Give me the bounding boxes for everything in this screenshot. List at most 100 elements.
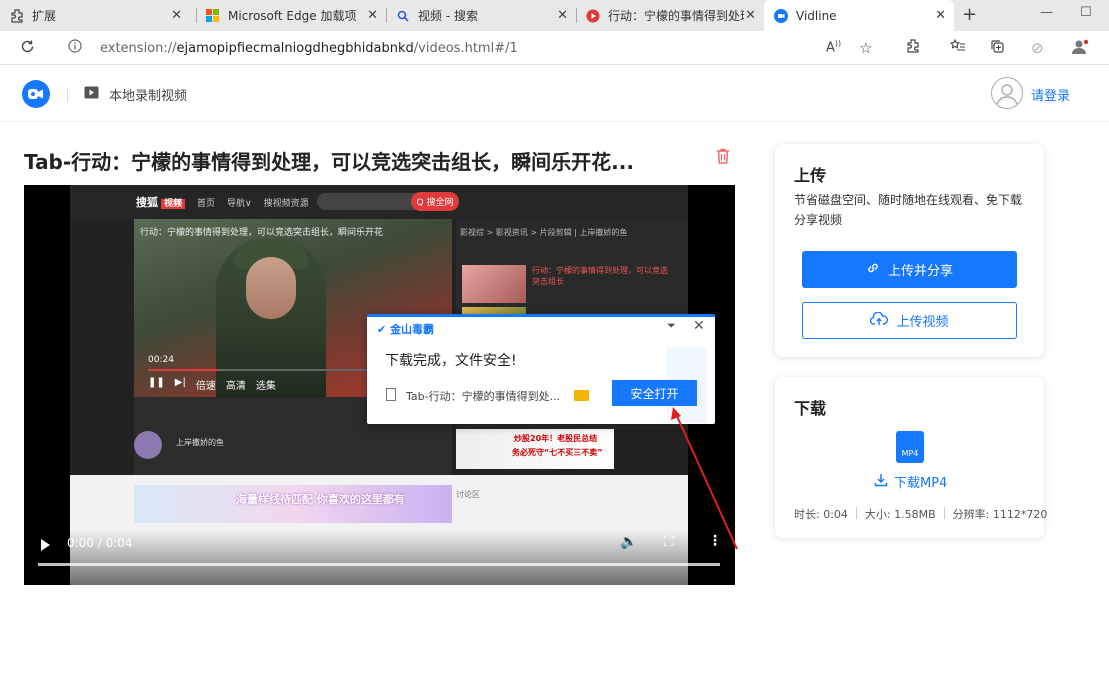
more-options-icon[interactable]: ⋮ bbox=[708, 533, 722, 549]
soldier-face bbox=[246, 257, 296, 319]
puzzle-icon bbox=[10, 8, 24, 23]
player-progress-bar[interactable] bbox=[38, 563, 720, 566]
play-button[interactable] bbox=[41, 539, 50, 551]
player-time: 0:00 / 0:04 bbox=[67, 536, 133, 550]
popup-menu-icon[interactable]: ⏷ bbox=[667, 319, 676, 333]
nav-local-videos[interactable]: 本地录制视频 bbox=[84, 85, 187, 104]
tab-vidline[interactable]: Vidline ✕ bbox=[764, 0, 954, 31]
login-link[interactable]: 请登录 bbox=[1031, 85, 1070, 104]
collections-icon[interactable] bbox=[990, 39, 1005, 58]
pause-icon: ❚❚ bbox=[148, 377, 165, 388]
video-title: Tab-行动：宁檬的事情得到处理，可以竞选突击组长，瞬间乐开花... bbox=[24, 150, 634, 174]
recorded-player-time: 00:24 bbox=[148, 355, 174, 365]
microsoft-logo-icon bbox=[206, 8, 220, 23]
frame-caption: 行动：宁檬的事情得到处理，可以竞选突击组长，瞬间乐开花 bbox=[140, 228, 384, 238]
recorded-breadcrumb: 影视综 > 影视资讯 > 片段剪辑 | 上岸撒娇的鱼 bbox=[460, 228, 628, 237]
tab-extensions[interactable]: 扩展 ✕ bbox=[0, 0, 190, 31]
tab-title: 扩展 bbox=[32, 9, 57, 23]
close-tab-icon[interactable]: ✕ bbox=[171, 8, 182, 23]
nav-label: 本地录制视频 bbox=[109, 89, 188, 104]
copilot-icon[interactable]: ⊘ bbox=[1031, 39, 1044, 57]
close-tab-icon[interactable]: ✕ bbox=[935, 8, 946, 23]
recorded-control-row: ❚❚ ▶| 倍速 高清 选集 bbox=[148, 377, 276, 392]
minimize-button[interactable]: — bbox=[1040, 5, 1053, 20]
uploader-avatar bbox=[134, 431, 162, 459]
maximize-button[interactable]: ☐ bbox=[1080, 5, 1092, 20]
download-mp4-label: 下载MP4 bbox=[894, 476, 948, 491]
tab-video-search[interactable]: 视频 - 搜索 ✕ bbox=[386, 0, 576, 31]
read-aloud-icon[interactable]: A)) bbox=[826, 39, 841, 55]
tab-sohu-video[interactable]: 行动：宁檬的事情得到处理 ✕ bbox=[576, 0, 764, 31]
recorded-banner: 海量样线待匹配 你喜欢的这里都有 bbox=[134, 485, 452, 523]
vidline-logo-icon bbox=[774, 8, 788, 23]
popup-brand: ✔ 金山毒霸 bbox=[377, 323, 435, 336]
upload-and-share-label: 上传并分享 bbox=[887, 264, 953, 279]
close-tab-icon[interactable]: ✕ bbox=[745, 8, 756, 23]
video-folder-icon bbox=[84, 86, 99, 103]
url-path: /videos.html#/1 bbox=[413, 41, 518, 56]
header-divider bbox=[67, 88, 68, 102]
player-controls: 0:00 / 0:04 🔈 ⛶ ⋮ bbox=[24, 530, 735, 585]
extensions-icon[interactable] bbox=[906, 39, 920, 57]
tab-title: 行动：宁檬的事情得到处理 bbox=[608, 9, 744, 23]
download-card-title: 下载 bbox=[794, 399, 827, 418]
cloud-upload-icon bbox=[870, 311, 889, 330]
address-bar: extension://ejamopipfiecmalniogdhegbhida… bbox=[0, 31, 1109, 65]
app-header: 本地录制视频 请登录 bbox=[0, 66, 1109, 122]
tab-edge-addons[interactable]: Microsoft Edge 加载项 - 影 ✕ bbox=[196, 0, 386, 31]
refresh-icon[interactable] bbox=[20, 39, 35, 58]
upload-and-share-button[interactable]: 上传并分享 bbox=[802, 251, 1017, 288]
trash-icon[interactable] bbox=[714, 147, 732, 169]
download-mp4-link[interactable]: 下载MP4 bbox=[874, 472, 947, 491]
recorded-search-button: Q 搜全网 bbox=[411, 192, 459, 211]
recorded-comment-label: 讨论区 bbox=[456, 490, 480, 499]
new-tab-button[interactable]: + bbox=[962, 4, 977, 25]
recorded-nav-item: 搜视频资源 bbox=[263, 198, 309, 209]
uploader-name: 上岸撒娇的鱼 bbox=[176, 438, 224, 447]
volume-icon[interactable]: 🔈 bbox=[620, 534, 637, 550]
mp4-file-icon: MP4 bbox=[896, 431, 924, 463]
recorded-nav-item: 首页 bbox=[197, 198, 216, 209]
sohu-play-icon bbox=[586, 9, 600, 23]
resolution-text: 分辨率: 1112*720 bbox=[952, 508, 1048, 521]
download-card: 下载 MP4 下载MP4 时长: 0:04 大小: 1.58MB 分辨率: 11… bbox=[775, 377, 1047, 538]
duration-text: 时长: 0:04 bbox=[794, 508, 848, 521]
add-favorite-icon[interactable]: ☆ bbox=[859, 39, 872, 57]
close-tab-icon[interactable]: ✕ bbox=[367, 8, 378, 23]
next-icon: ▶| bbox=[174, 377, 186, 388]
jinshan-logo-icon: ✔ bbox=[377, 323, 387, 336]
url-scheme: extension:// bbox=[100, 41, 177, 56]
file-icon bbox=[386, 388, 396, 401]
popup-close-button[interactable]: ✕ bbox=[693, 318, 705, 334]
avatar[interactable] bbox=[991, 77, 1023, 109]
upload-video-button[interactable]: 上传视频 bbox=[802, 302, 1017, 339]
recorded-control-label: 选集 bbox=[255, 381, 276, 392]
favorites-icon[interactable] bbox=[949, 38, 966, 57]
recorded-sidebar-item: 行动：宁檬的事情得到处理，可以竞选突击组长 bbox=[532, 266, 668, 286]
upload-video-label: 上传视频 bbox=[896, 315, 949, 330]
url-field[interactable]: extension://ejamopipfiecmalniogdhegbhida… bbox=[100, 41, 518, 56]
recorded-control-label: 倍速 bbox=[195, 381, 216, 392]
upload-card: 上传 节省磁盘空间、随时随地在线观看、免下载分享视频 上传并分享 上传视频 bbox=[775, 144, 1044, 357]
size-text: 大小: 1.58MB bbox=[864, 508, 936, 521]
recorded-ad: 炒股20年！老股民总结 务必死守“七不买三不卖” bbox=[456, 429, 614, 469]
popup-file-name: Tab-行动：宁檬的事情得到处... bbox=[406, 390, 561, 403]
open-folder-icon[interactable] bbox=[574, 390, 589, 401]
search-icon bbox=[396, 9, 410, 23]
vidline-logo[interactable] bbox=[22, 80, 50, 108]
link-icon bbox=[866, 261, 880, 279]
info-icon[interactable] bbox=[68, 39, 82, 57]
download-icon bbox=[874, 473, 888, 491]
banner-text: 海量样线待匹配 你喜欢的这里都有 bbox=[236, 493, 405, 506]
meta-divider bbox=[943, 507, 945, 519]
safe-open-button[interactable]: 安全打开 bbox=[612, 380, 697, 406]
fullscreen-icon[interactable]: ⛶ bbox=[664, 534, 674, 550]
close-tab-icon[interactable]: ✕ bbox=[557, 8, 568, 23]
meta-divider bbox=[855, 507, 857, 519]
tab-title: Microsoft Edge 加载项 - 影 bbox=[228, 9, 358, 23]
tab-title: Vidline bbox=[796, 8, 837, 23]
browser-tab-bar: 扩展 ✕ Microsoft Edge 加载项 - 影 ✕ 视频 - 搜索 ✕ … bbox=[0, 0, 1109, 31]
profile-icon[interactable] bbox=[1071, 39, 1089, 59]
tab-title: 视频 - 搜索 bbox=[418, 9, 478, 23]
antivirus-popup: ✔ 金山毒霸 ⏷ ✕ 下载完成，文件安全! Tab-行动：宁檬的事情得到处...… bbox=[367, 314, 715, 424]
